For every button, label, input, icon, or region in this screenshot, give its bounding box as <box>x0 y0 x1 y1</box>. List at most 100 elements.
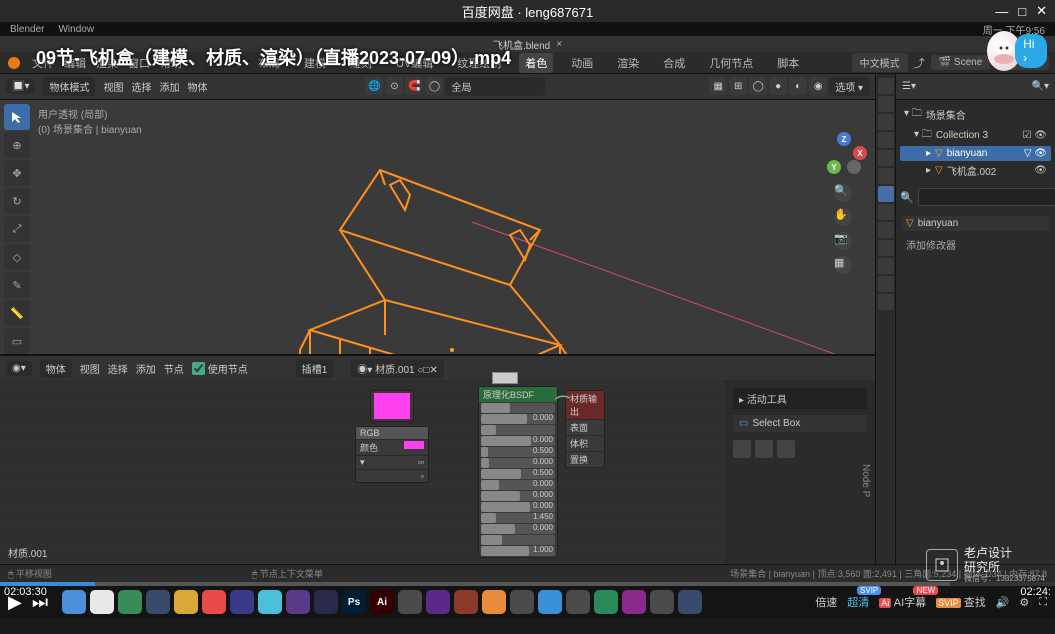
pivot-dropdown[interactable]: ⊙ <box>385 77 403 95</box>
tab-anim[interactable]: 动画 <box>565 53 599 73</box>
tool-icon-1[interactable] <box>733 440 751 458</box>
vp-menu-view[interactable]: 视图 <box>103 79 123 94</box>
xray-toggle[interactable]: ⊞ <box>729 77 747 95</box>
node-menu-node[interactable]: 节点 <box>164 361 184 376</box>
tab-render[interactable]: 渲染 <box>611 53 645 73</box>
dock-app-1[interactable] <box>90 590 114 614</box>
global-dropdown[interactable]: 全局 <box>445 77 545 96</box>
tab-texture-props[interactable] <box>878 294 894 310</box>
shading-rendered[interactable]: ◉ <box>809 77 827 95</box>
tab-geo[interactable]: 几何节点 <box>703 53 759 73</box>
tab-data-props[interactable] <box>878 258 894 274</box>
active-object-label[interactable]: ▽bianyuan <box>902 216 1049 231</box>
use-nodes-checkbox[interactable]: 使用节点 <box>192 361 248 376</box>
principled-Alpha[interactable]: 1.000 <box>481 546 555 556</box>
node-rgb[interactable]: RGB 颜色 ▾▫▫ ▫ <box>355 426 429 483</box>
tab-viewlayer-props[interactable] <box>878 114 894 130</box>
slot-dropdown[interactable]: 插槽1 <box>296 359 334 378</box>
lang-mode[interactable]: 中文模式 <box>852 53 908 72</box>
dock-app-7[interactable] <box>258 590 282 614</box>
viewport-3d[interactable]: 用户透视 (局部) (0) 场景集合 | bianyuan ⊕ ✥ ↻ ⤢ ◇ … <box>0 100 875 354</box>
tab-physics-props[interactable] <box>878 222 894 238</box>
snap-toggle[interactable]: 🧲 <box>405 77 423 95</box>
menu-blender[interactable]: Blender <box>10 24 44 35</box>
vp-menu-add[interactable]: 添加 <box>159 79 179 94</box>
tab-constraint-props[interactable] <box>878 240 894 256</box>
outliner-type-dropdown[interactable]: ☰▾ <box>902 81 916 92</box>
tool-move[interactable]: ✥ <box>4 160 30 186</box>
search-input[interactable] <box>918 188 1055 206</box>
tab-material-props[interactable] <box>878 276 894 292</box>
filter-icon[interactable]: 🔍▾ <box>1032 81 1049 92</box>
dock-app-9[interactable] <box>314 590 338 614</box>
node-canvas[interactable]: RGB 颜色 ▾▫▫ ▫ 原理化BSDF 0.0000.0000.5000.00… <box>0 380 725 564</box>
node-material-output[interactable]: 材质输出 表面 体积 置换 <box>565 390 605 468</box>
outliner-collection-3[interactable]: ▾ 🗀 Collection 3☑ 👁 <box>900 125 1051 146</box>
dock-app-21[interactable] <box>650 590 674 614</box>
video-progress-bar[interactable] <box>0 582 1055 586</box>
node-menu-select[interactable]: 选择 <box>108 361 128 376</box>
principled-高光[interactable]: 0.500 <box>481 447 555 457</box>
dock-app-5[interactable] <box>202 590 226 614</box>
tab-shading[interactable]: 着色 <box>519 53 553 73</box>
dock-app-10[interactable]: Ps <box>342 590 366 614</box>
editor-type-dropdown[interactable]: 🔲▾ <box>6 79 35 94</box>
node-menu-view[interactable]: 视图 <box>80 361 100 376</box>
node-sidebar-tab[interactable]: Node P <box>856 460 875 501</box>
tab-particle-props[interactable] <box>878 204 894 220</box>
tab-script[interactable]: 脚本 <box>771 53 805 73</box>
overlay-toggle[interactable]: ▦ <box>709 77 727 95</box>
outliner-scene-collection[interactable]: ▾ 🗀 场景集合 <box>900 104 1051 125</box>
persp-gizmo[interactable]: ▦ <box>834 256 852 274</box>
tab-scene-props[interactable] <box>878 132 894 148</box>
principled-清漆[interactable]: 0.000 <box>481 502 555 512</box>
tool-annotate[interactable]: ✎ <box>4 272 30 298</box>
dock-app-15[interactable] <box>482 590 506 614</box>
tab-render-props[interactable] <box>878 78 894 94</box>
principled-各向异性[interactable]: 0.000 <box>481 480 555 490</box>
dock-app-8[interactable] <box>286 590 310 614</box>
outliner-bianyuan[interactable]: ▸ ▽ bianyuan▽ 👁 <box>900 146 1051 161</box>
tool-select[interactable] <box>4 104 30 130</box>
volume-button[interactable]: 🔊 <box>996 596 1010 609</box>
dock-app-16[interactable] <box>510 590 534 614</box>
dock-app-0[interactable] <box>62 590 86 614</box>
dock-app-12[interactable] <box>398 590 422 614</box>
options-dropdown[interactable]: 选项 ▾ <box>829 77 869 96</box>
principled-高光染色[interactable]: 0.000 <box>481 458 555 468</box>
assistant-avatar[interactable]: Hi › <box>987 28 1047 73</box>
quality-button[interactable]: SVIP超清 <box>847 594 869 610</box>
dock-app-6[interactable] <box>230 590 254 614</box>
camera-gizmo[interactable]: 📷 <box>834 232 852 250</box>
tool-transform[interactable]: ◇ <box>4 244 30 270</box>
minimize-button[interactable]: — <box>995 4 1008 19</box>
dock-app-2[interactable] <box>118 590 142 614</box>
node-mode[interactable]: 物体 <box>40 359 72 378</box>
outliner-feijihe[interactable]: ▸ ▽ 飞机盒.002👁 <box>900 161 1051 180</box>
principled-次表面[interactable]: 0.000 <box>481 414 555 424</box>
share-icon[interactable]: ⤴ <box>914 55 925 71</box>
dock-app-4[interactable] <box>174 590 198 614</box>
select-box-tool[interactable]: ▭Select Box <box>733 415 867 432</box>
tab-object-props[interactable] <box>878 168 894 184</box>
node-menu-add[interactable]: 添加 <box>136 361 156 376</box>
mode-dropdown[interactable]: 物体模式 <box>43 77 95 96</box>
shading-wireframe[interactable]: ◯ <box>749 77 767 95</box>
maximize-button[interactable]: □ <box>1018 4 1026 19</box>
node-editor-type[interactable]: ◉▾ <box>6 361 32 376</box>
principled-粗糙度[interactable]: 0.500 <box>481 469 555 479</box>
shading-solid[interactable]: ● <box>769 77 787 95</box>
propedit-toggle[interactable]: ◯ <box>425 77 443 95</box>
dock-app-14[interactable] <box>454 590 478 614</box>
scene-field[interactable]: 🎬 Scene <box>931 55 991 70</box>
vp-menu-select[interactable]: 选择 <box>131 79 151 94</box>
dock-app-13[interactable] <box>426 590 450 614</box>
dock-app-11[interactable]: Ai <box>370 590 394 614</box>
find-button[interactable]: SVIP 查找 <box>936 594 986 610</box>
node-principled-bsdf[interactable]: 原理化BSDF 0.0000.0000.5000.0000.5000.0000.… <box>478 386 558 558</box>
orientation-dropdown[interactable]: 🌐 <box>365 77 383 95</box>
principled-次表面半径[interactable] <box>481 425 555 435</box>
principled-基础色[interactable] <box>481 403 555 413</box>
zoom-gizmo[interactable]: 🔍 <box>834 184 852 202</box>
dock-app-22[interactable] <box>678 590 702 614</box>
